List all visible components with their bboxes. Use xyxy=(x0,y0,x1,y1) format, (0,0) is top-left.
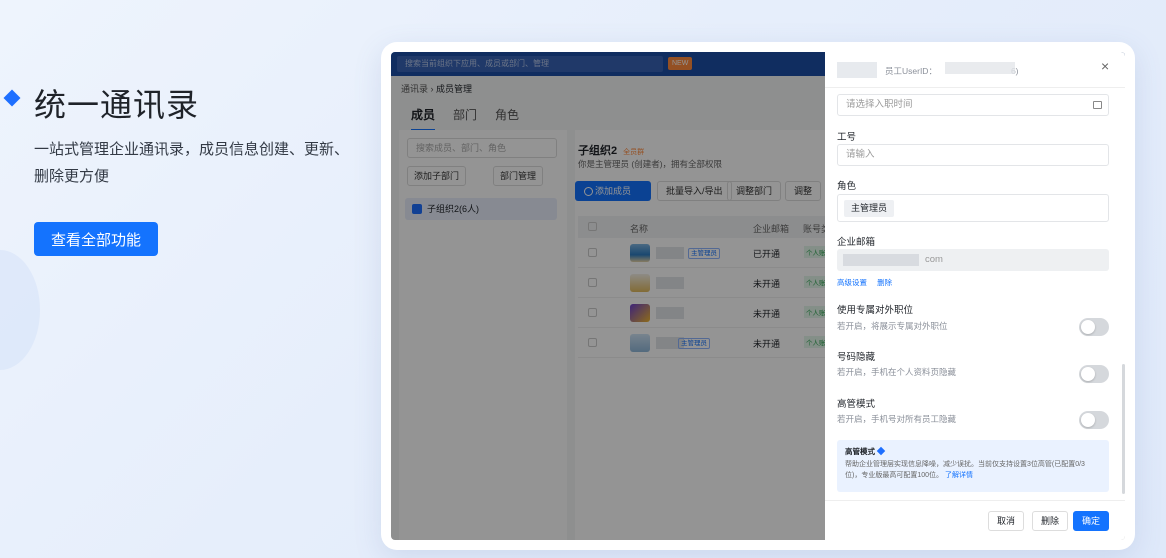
drawer-header: 员工UserID：6) × xyxy=(825,52,1125,88)
info-title: 高管模式 xyxy=(845,446,1101,457)
employee-no-label: 工号 xyxy=(837,132,857,143)
view-all-features-button[interactable]: 查看全部功能 xyxy=(34,222,158,256)
number-hidden-toggle[interactable] xyxy=(1079,365,1109,383)
email-label: 企业邮箱 xyxy=(837,237,876,248)
close-icon[interactable]: × xyxy=(1101,58,1109,74)
option-executive-mode-title: 高管模式 xyxy=(837,399,876,410)
delete-email-link[interactable]: 删除 xyxy=(877,278,892,287)
role-tag: 主管理员 xyxy=(844,200,895,217)
role-label: 角色 xyxy=(837,181,857,192)
option-number-hidden-desc: 若开启，手机在个人资料页隐藏 xyxy=(837,367,957,377)
cancel-button[interactable]: 取消 xyxy=(988,511,1025,531)
dedicated-position-toggle[interactable] xyxy=(1079,318,1109,336)
option-dedicated-position-title: 使用专属对外职位 xyxy=(837,305,914,316)
app-screen: 搜索当前组织下应用、成员或部门、管理 NEW 通讯录 › 成员管理 成员 部门 … xyxy=(391,52,1125,540)
learn-more-link[interactable]: 了解详情 xyxy=(945,472,973,479)
diamond-icon xyxy=(876,446,886,456)
role-select[interactable]: 主管理员 xyxy=(837,194,1109,222)
confirm-button[interactable]: 确定 xyxy=(1073,511,1110,531)
email-field: com xyxy=(837,249,1109,271)
email-actions: 高级设置 删除 xyxy=(837,277,900,288)
calendar-icon xyxy=(1093,101,1102,109)
drawer-scrollbar[interactable] xyxy=(1122,364,1125,494)
email-redacted xyxy=(843,254,919,266)
info-description: 帮助企业管理层实现信息降噪，减少误扰。当前仅支持设置3位高管(已配置0/3位)，… xyxy=(845,461,1085,479)
join-date-picker[interactable]: 请选择入职时间 xyxy=(837,94,1109,116)
option-executive-mode-desc: 若开启，手机号对所有员工隐藏 xyxy=(837,414,957,424)
drawer-footer: 取消 删除 确定 xyxy=(825,500,1125,540)
advanced-settings-link[interactable]: 高级设置 xyxy=(837,278,867,287)
option-dedicated-position-desc: 若开启，将展示专属对外职位 xyxy=(837,321,948,331)
edit-member-drawer: 员工UserID：6) × 请选择入职时间 工号 请输入 角色 主管理员 企业邮… xyxy=(825,52,1125,540)
diamond-icon xyxy=(3,89,21,107)
hero-title: 统一通讯录 xyxy=(34,87,200,123)
hero-description: 一站式管理企业通讯录，成员信息创建、更新、删除更方便 xyxy=(34,141,350,185)
employee-no-input[interactable]: 请输入 xyxy=(837,144,1109,166)
executive-mode-toggle[interactable] xyxy=(1079,411,1109,429)
delete-button[interactable]: 删除 xyxy=(1032,511,1069,531)
executive-mode-info: 高管模式 帮助企业管理层实现信息降噪，减少误扰。当前仅支持设置3位高管(已配置0… xyxy=(837,440,1109,492)
option-number-hidden-title: 号码隐藏 xyxy=(837,352,876,363)
name-redacted xyxy=(837,62,877,78)
user-id-redacted xyxy=(945,62,1015,74)
